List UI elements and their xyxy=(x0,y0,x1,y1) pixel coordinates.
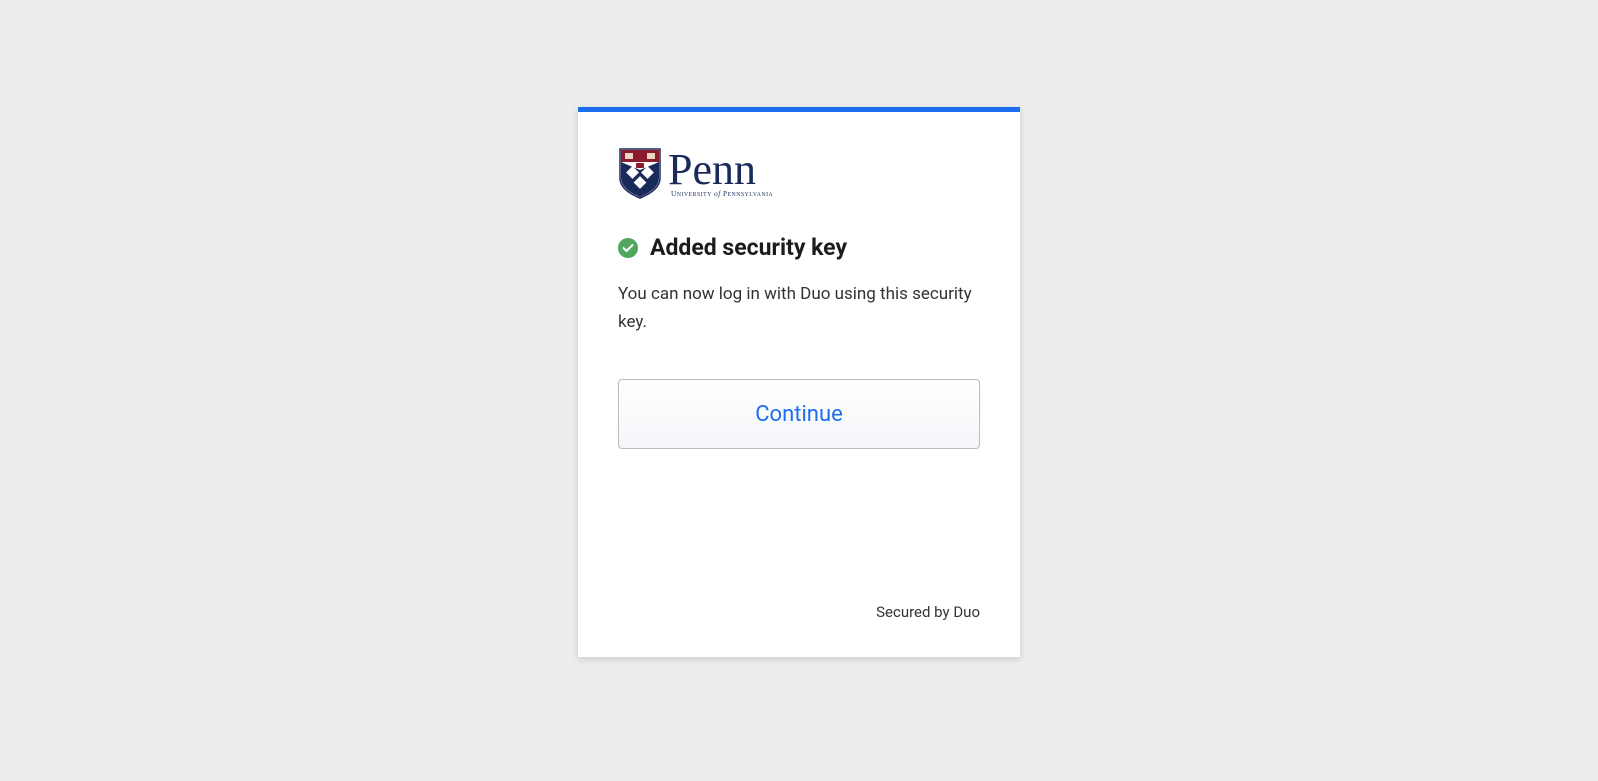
heading-row: Added security key xyxy=(618,234,980,262)
card-content: Penn UNIVERSITY of PENNSYLVANIA Added se… xyxy=(578,112,1020,602)
card-footer: Secured by Duo xyxy=(578,602,1020,657)
description-text: You can now log in with Duo using this s… xyxy=(618,280,980,338)
svg-text:UNIVERSITY of PENNSYLVANIA: UNIVERSITY of PENNSYLVANIA xyxy=(671,190,774,198)
svg-text:Penn: Penn xyxy=(668,145,756,194)
org-logo: Penn UNIVERSITY of PENNSYLVANIA xyxy=(618,144,980,206)
continue-button[interactable]: Continue xyxy=(618,379,980,449)
success-check-icon xyxy=(618,238,638,258)
penn-logo-icon: Penn UNIVERSITY of PENNSYLVANIA xyxy=(618,144,798,202)
page-heading: Added security key xyxy=(650,234,847,262)
auth-card: Penn UNIVERSITY of PENNSYLVANIA Added se… xyxy=(578,107,1020,657)
secured-by-text: Secured by Duo xyxy=(876,603,980,621)
